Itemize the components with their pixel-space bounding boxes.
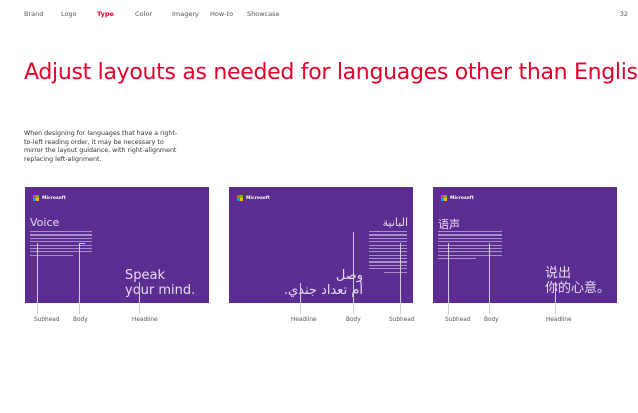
panel-english: Microsoft Voice Speak your mind.	[25, 187, 209, 303]
guide-line	[353, 232, 354, 314]
page-title: Adjust layouts as needed for languages o…	[24, 60, 638, 85]
panel-arabic: Microsoft البانية وصل أم تعداد جندي.	[229, 187, 413, 303]
microsoft-logo: Microsoft	[33, 195, 66, 201]
microsoft-logo-icon	[441, 195, 447, 201]
headline-line-1: 说出	[545, 266, 572, 281]
nav-item-brand[interactable]: Brand	[24, 10, 43, 18]
caption-subhead: Subhead	[34, 317, 60, 323]
caption-headline: Headline	[132, 317, 158, 323]
subhead-sample: Voice	[30, 216, 60, 229]
guide-line	[79, 243, 80, 314]
headline-line-2: أم تعداد جندي.	[283, 283, 363, 298]
nav-item-imagery[interactable]: Imagery	[172, 10, 199, 18]
nav-item-how-to[interactable]: How-to	[210, 10, 233, 18]
headline-sample: وصل أم تعداد جندي.	[284, 268, 363, 298]
caption-headline: Headline	[546, 317, 572, 323]
headline-line-1: Speak	[125, 268, 165, 283]
guide-line	[139, 282, 140, 314]
guide-line	[79, 243, 85, 244]
logo-text: Microsoft	[246, 195, 270, 201]
guide-line	[555, 282, 556, 314]
caption-headline: Headline	[291, 317, 317, 323]
guide-line	[448, 243, 449, 314]
guide-line	[37, 243, 38, 314]
caption-subhead: Subhead	[445, 317, 471, 323]
logo-text: Microsoft	[450, 195, 474, 201]
logo-text: Microsoft	[42, 195, 66, 201]
headline-line-1: وصل	[335, 268, 363, 283]
microsoft-logo: Microsoft	[237, 195, 270, 201]
headline-line-2: your mind.	[125, 283, 196, 298]
top-nav: Brand Logo Type Color Imagery How-to Sho…	[0, 10, 638, 22]
caption-subhead: Subhead	[389, 317, 415, 323]
guide-line	[300, 283, 301, 314]
panel-chinese: Microsoft 语声 说出 你的心意。	[433, 187, 617, 303]
microsoft-logo-icon	[237, 195, 243, 201]
nav-item-showcase[interactable]: Showcase	[247, 10, 279, 18]
subhead-sample: 语声	[438, 218, 460, 231]
caption-body: Body	[73, 317, 88, 323]
headline-sample: Speak your mind.	[125, 268, 195, 298]
nav-item-logo[interactable]: Logo	[61, 10, 77, 18]
nav-item-color[interactable]: Color	[135, 10, 152, 18]
guide-line	[400, 243, 401, 314]
caption-body: Body	[484, 317, 499, 323]
microsoft-logo-icon	[33, 195, 39, 201]
caption-body: Body	[346, 317, 361, 323]
subhead-sample: البانية	[382, 216, 408, 229]
page-number: 32	[619, 10, 628, 18]
microsoft-logo: Microsoft	[441, 195, 474, 201]
body-text-sample	[369, 231, 407, 273]
guide-line	[489, 243, 490, 314]
intro-paragraph: When designing for languages that have a…	[24, 130, 178, 163]
nav-item-type[interactable]: Type	[97, 10, 114, 18]
